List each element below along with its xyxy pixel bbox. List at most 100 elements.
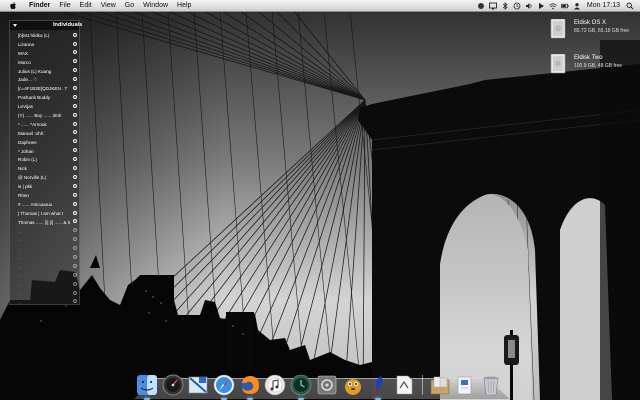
contact-row[interactable]: ... [10, 235, 79, 244]
contact-row[interactable]: # ...... Anicuuuuu [10, 200, 79, 209]
contact-name: ... [18, 281, 22, 287]
contact-row[interactable]: Jade... ♡ [10, 75, 79, 84]
desktop-drive-2[interactable]: Eldisk Two 100.9 GB, 48 GB free [546, 54, 636, 74]
apple-menu-icon[interactable] [9, 1, 18, 10]
finder-icon [137, 375, 157, 395]
contact-row[interactable]: ... [10, 253, 79, 262]
contact-name: ... [18, 264, 22, 270]
contact-status-icon [73, 130, 77, 135]
contact-row[interactable]: Poshank Buddy [10, 93, 79, 102]
menu-clock[interactable]: Mon 17:13 [587, 2, 620, 9]
contact-row[interactable]: [b]MJ.hlidka (L) [10, 31, 79, 40]
dock-item-downloads[interactable] [429, 374, 451, 396]
dock-item-utility[interactable] [316, 374, 338, 396]
contact-row[interactable]: Nick [10, 164, 79, 173]
dock-item-documents[interactable] [454, 374, 476, 396]
volume-icon[interactable] [525, 2, 533, 10]
desktop-wallpaper [0, 0, 640, 400]
dock [136, 368, 508, 400]
dock-item-adium[interactable] [342, 374, 364, 396]
firefox-icon [240, 376, 259, 394]
contact-row[interactable]: Rhen [10, 191, 79, 200]
contact-name: ... [18, 272, 22, 278]
contact-status-icon [73, 59, 77, 64]
contact-name: Nick [18, 166, 27, 172]
contact-status-icon [73, 41, 77, 46]
contact-row[interactable]: Julius (L) Kuang [10, 67, 79, 76]
contact-status-icon [73, 228, 77, 233]
contact-group-header[interactable]: Individuals [10, 21, 82, 30]
menu-window[interactable]: Window [143, 0, 168, 11]
wifi-icon[interactable] [549, 2, 557, 10]
dock-item-itunes[interactable] [264, 374, 286, 396]
menu-app-finder[interactable]: Finder [29, 0, 50, 11]
contact-row[interactable]: (Y) ...... Boy ...... 3mh [10, 111, 79, 120]
contact-row[interactable]: | Thomas | I am what I [10, 209, 79, 218]
contact-status-icon [73, 192, 77, 197]
contact-name: Julius (L) Kuang [18, 68, 52, 74]
downloads-stack-icon [430, 376, 449, 395]
contact-row[interactable]: ... [10, 289, 79, 298]
contact-row[interactable]: Manuel :ohh: [10, 129, 79, 138]
menu-go[interactable]: Go [125, 0, 134, 11]
contact-name: ... [18, 237, 22, 243]
contact-row[interactable]: [c=4F1B2E]QDJKEN . T [10, 84, 79, 93]
contact-row[interactable]: ... [10, 280, 79, 289]
display-icon[interactable] [488, 2, 497, 10]
play-icon[interactable] [537, 2, 545, 10]
contact-status-icon [73, 281, 77, 286]
dashboard-icon [162, 374, 184, 396]
drive-name: Eldisk OS X [574, 20, 607, 26]
menu-help[interactable]: Help [177, 0, 191, 11]
contact-row[interactable]: @ Norville (L) [10, 173, 79, 182]
dock-item-firefox[interactable] [239, 374, 261, 400]
contact-status-icon [73, 157, 77, 162]
menu-edit[interactable]: Edit [80, 0, 92, 11]
contact-status-icon [73, 219, 77, 224]
user-icon[interactable] [573, 2, 581, 10]
dock-item-finder[interactable] [136, 374, 158, 400]
disclosure-triangle-icon[interactable] [13, 24, 17, 27]
contact-row[interactable]: ... [10, 298, 79, 307]
contact-row[interactable]: MAX [10, 49, 79, 58]
contact-row[interactable]: ... [10, 271, 79, 280]
contact-row[interactable]: Thomas ...... [i] [i] ...... & le [10, 218, 79, 227]
contact-row[interactable]: * Johan [10, 147, 79, 156]
contact-status-icon [73, 148, 77, 153]
contact-row[interactable]: Robin (L) [10, 155, 79, 164]
contact-row[interactable]: Lizanna [10, 40, 79, 49]
contact-name: (Y) ...... Boy ...... 3mh [18, 112, 62, 118]
contact-row[interactable]: is | pkk [10, 182, 79, 191]
contact-name: [b]MJ.hlidka (L) [18, 32, 50, 38]
menu-file[interactable]: File [59, 0, 70, 11]
contact-row[interactable]: Daphnee [10, 138, 79, 147]
dock-item-quill[interactable] [367, 374, 389, 400]
dock-item-mail[interactable] [187, 374, 209, 396]
contact-status-icon [73, 254, 77, 259]
contact-row[interactable]: LeVijas [10, 102, 79, 111]
desktop-drive-1[interactable]: Eldisk OS X 85.72 GB, 65.18 GB free [546, 19, 636, 39]
contact-row[interactable]: ... [10, 262, 79, 271]
bluetooth-icon[interactable] [501, 1, 509, 10]
spotlight-icon[interactable] [626, 2, 634, 10]
hard-drive-icon [550, 54, 566, 74]
contact-status-icon [73, 50, 77, 55]
battery-icon[interactable] [561, 2, 569, 10]
dock-item-trash[interactable] [480, 374, 502, 396]
contact-row[interactable]: Marco [10, 58, 79, 67]
contact-status-icon [73, 139, 77, 144]
time-machine-icon[interactable] [513, 2, 521, 10]
menu-view[interactable]: View [101, 0, 116, 11]
contact-list-widget: Individuals [b]MJ.hlidka (L) Lizanna MAX Ma… [9, 20, 82, 307]
contact-row[interactable]: ... [10, 244, 79, 253]
spotlight-like-icon[interactable] [477, 2, 485, 10]
dock-item-safari[interactable] [213, 374, 235, 400]
contact-row[interactable]: ... [10, 227, 79, 236]
dock-item-dashboard[interactable] [162, 374, 184, 396]
contact-row[interactable]: * ...... ^Arnouk [10, 120, 79, 129]
dock-item-time-machine[interactable] [290, 374, 312, 400]
dock-item-script[interactable] [393, 374, 415, 396]
contact-name: Thomas ...... [i] [i] ...... & le [18, 219, 70, 225]
contact-status-icon [73, 32, 77, 37]
contact-status-icon [73, 77, 77, 82]
